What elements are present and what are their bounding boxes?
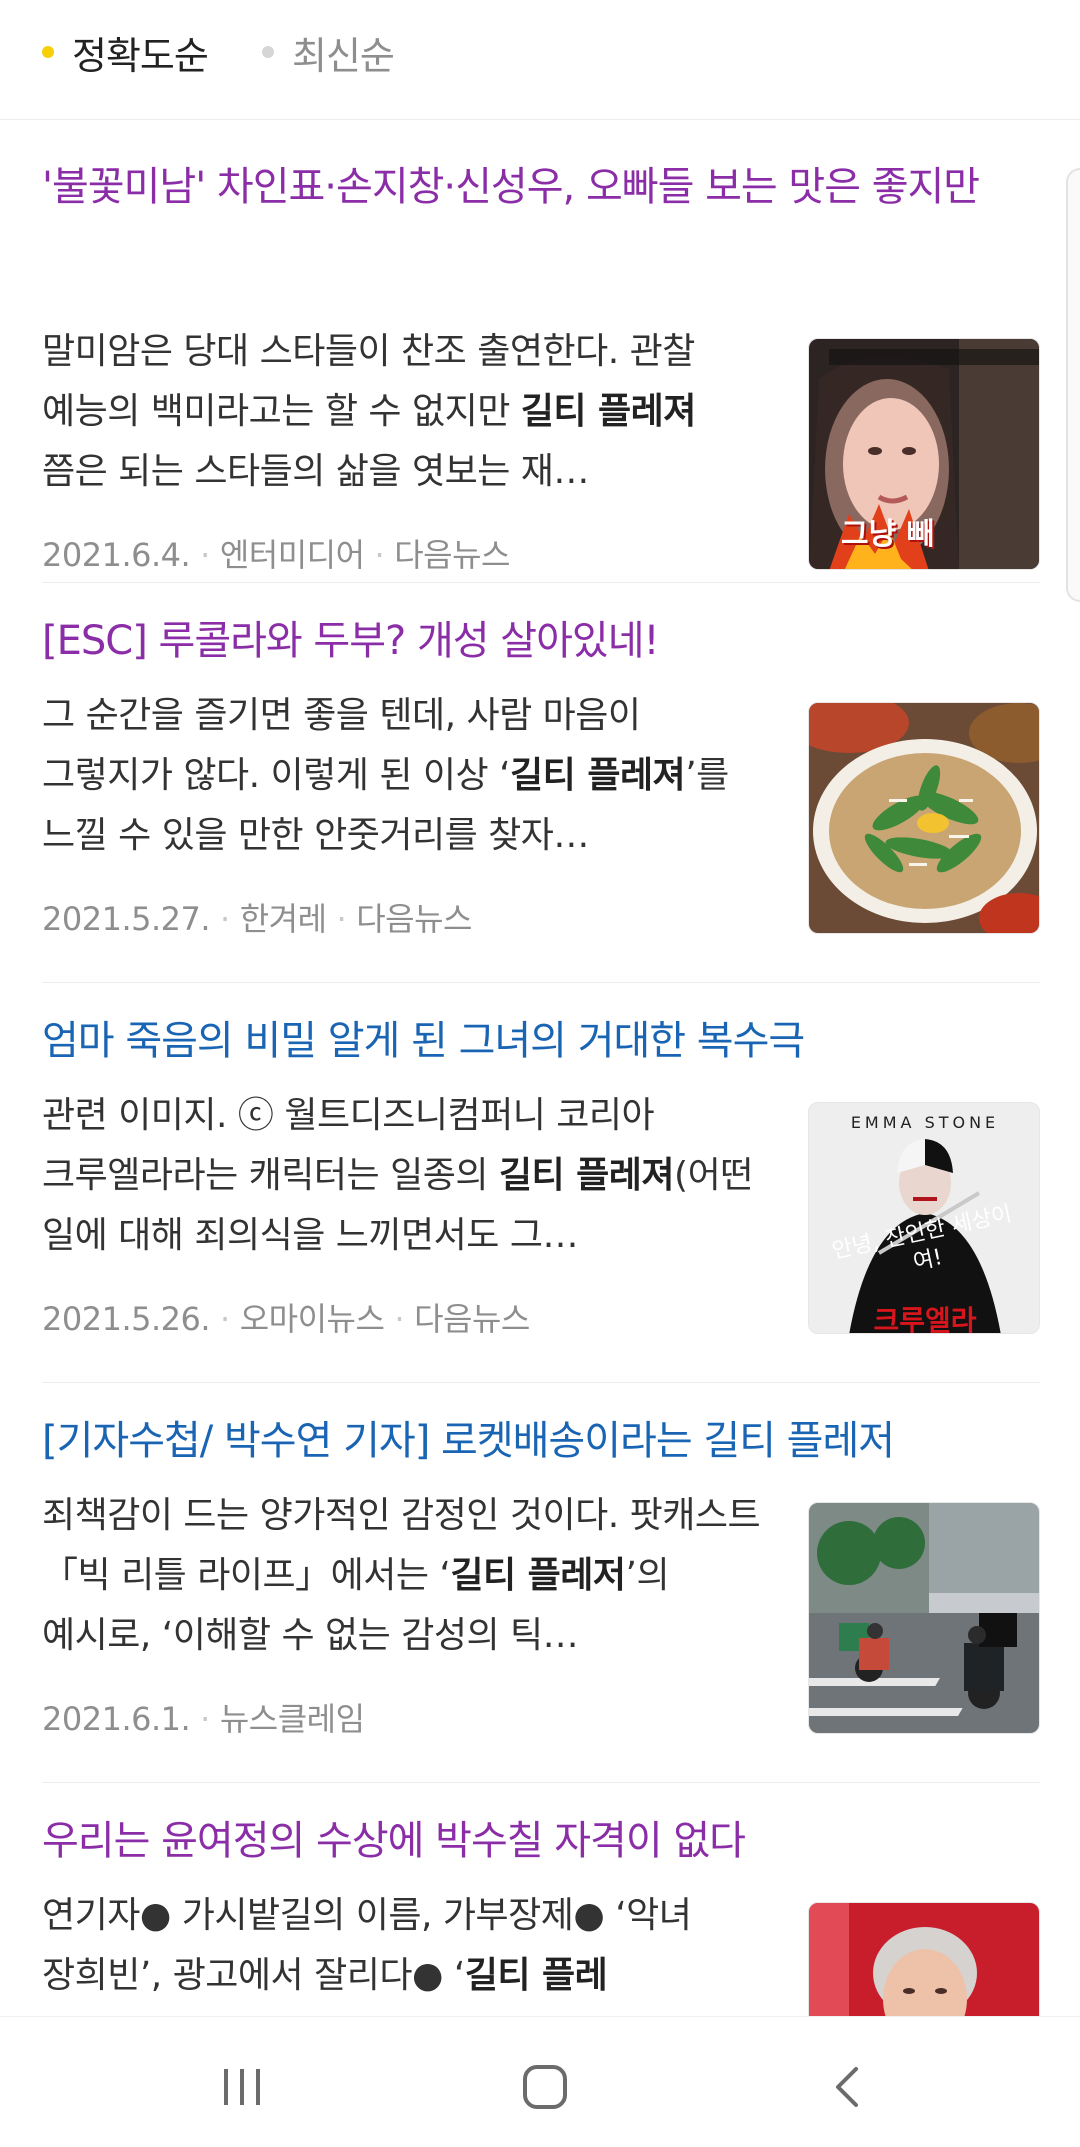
news-meta: 2021.5.26. · 오마이뉴스 · 다음뉴스 [42, 1300, 530, 1338]
sort-latest-label: 최신순 [292, 33, 395, 78]
news-item[interactable]: [ESC] 루콜라와 두부? 개성 살아있네! 그 순간을 즐기면 좋을 텐데,… [42, 610, 1040, 940]
home-icon[interactable] [505, 2047, 585, 2127]
news-title[interactable]: '불꽃미남' 차인표·손지창·신성우, 오빠들 보는 맛은 좋지만 [42, 156, 1040, 218]
news-item[interactable]: 우리는 윤여정의 수상에 박수칠 자격이 없다 연기자● 가시밭길의 이름, 가… [42, 1810, 1040, 2016]
sort-accuracy-label: 정확도순 [72, 33, 209, 78]
news-date: 2021.5.27. [42, 900, 211, 938]
news-snippet: 그 순간을 즐기면 좋을 텐데, 사람 마음이 그렇지가 않다. 이렇게 된 이… [42, 695, 729, 856]
thumb-caption: 그냥 빼 [841, 517, 935, 552]
news-results-list: '불꽃미남' 차인표·손지창·신성우, 오빠들 보는 맛은 좋지만 말미암은 당… [0, 120, 1080, 2016]
movie-poster-thumbnail[interactable]: EMMA STONE 안녕, 잔인한 세상이여! 크루엘라 [808, 1102, 1040, 1334]
news-item[interactable]: '불꽃미남' 차인표·손지창·신성우, 오빠들 보는 맛은 좋지만 말미암은 당… [42, 156, 1040, 574]
system-navigation-bar [0, 2016, 1080, 2147]
news-portal[interactable]: 다음뉴스 [394, 536, 510, 574]
poster-top-text: EMMA STONE [850, 1113, 1000, 1132]
news-meta: 2021.6.4. · 엔터미디어 · 다음뉴스 [42, 536, 510, 574]
news-meta: 2021.6.1. · 뉴스클레임 [42, 1700, 365, 1738]
inactive-dot-icon [262, 46, 274, 58]
news-portal[interactable]: 다음뉴스 [414, 1300, 530, 1338]
news-source[interactable]: 뉴스클레임 [220, 1700, 365, 1738]
divider [42, 982, 1040, 983]
news-source[interactable]: 한겨레 [240, 900, 327, 938]
news-snippet: 관련 이미지. ⓒ 월트디즈니컴퍼니 코리아 크루엘라라는 캐릭터는 일종의 길… [42, 1095, 753, 1256]
back-icon[interactable] [808, 2047, 888, 2127]
news-title[interactable]: 엄마 죽음의 비밀 알게 된 그녀의 거대한 복수극 [42, 1010, 1040, 1072]
recent-apps-icon[interactable] [202, 2047, 282, 2127]
news-item[interactable]: 엄마 죽음의 비밀 알게 된 그녀의 거대한 복수극 관련 이미지. ⓒ 월트디… [42, 1010, 1040, 1340]
active-dot-icon [42, 46, 54, 58]
news-date: 2021.5.26. [42, 1300, 211, 1338]
news-title[interactable]: [ESC] 루콜라와 두부? 개성 살아있네! [42, 610, 1040, 672]
sort-accuracy-tab[interactable]: 정확도순 [42, 22, 209, 82]
news-snippet: 말미암은 당대 스타들이 찬조 출연한다. 관찰 예능의 백미라고는 할 수 없… [42, 331, 696, 492]
news-date: 2021.6.1. [42, 1700, 191, 1738]
person-video-thumbnail[interactable]: 그냥 빼 [808, 338, 1040, 570]
news-source[interactable]: 엔터미디어 [220, 536, 365, 574]
divider [42, 1382, 1040, 1383]
sort-bar: 정확도순 최신순 [0, 0, 1080, 120]
news-date: 2021.6.4. [42, 536, 191, 574]
poster-title: 크루엘라 [873, 1304, 977, 1334]
street-scooter-thumbnail[interactable] [808, 1502, 1040, 1734]
news-snippet: 죄책감이 드는 양가적인 감정인 것이다. 팟캐스트 「빅 리틀 라이프」에서는… [42, 1495, 761, 1656]
news-meta: 2021.5.27. · 한겨레 · 다음뉴스 [42, 900, 472, 938]
sort-latest-tab[interactable]: 최신순 [262, 22, 395, 82]
divider [42, 582, 1040, 583]
food-salad-thumbnail[interactable] [808, 702, 1040, 934]
news-title[interactable]: 우리는 윤여정의 수상에 박수칠 자격이 없다 [42, 1810, 1040, 1872]
news-item[interactable]: [기자수첩/ 박수연 기자] 로켓배송이라는 길티 플레저 죄책감이 드는 양가… [42, 1410, 1040, 1740]
news-title[interactable]: [기자수첩/ 박수연 기자] 로켓배송이라는 길티 플레저 [42, 1410, 1040, 1472]
divider [42, 1782, 1040, 1783]
news-source[interactable]: 오마이뉴스 [240, 1300, 385, 1338]
news-portal[interactable]: 다음뉴스 [356, 900, 472, 938]
news-snippet: 연기자● 가시밭길의 이름, 가부장제● ‘악녀 장희빈’, 광고에서 잘리다●… [42, 1895, 692, 1996]
actress-portrait-thumbnail[interactable] [808, 1902, 1040, 2016]
